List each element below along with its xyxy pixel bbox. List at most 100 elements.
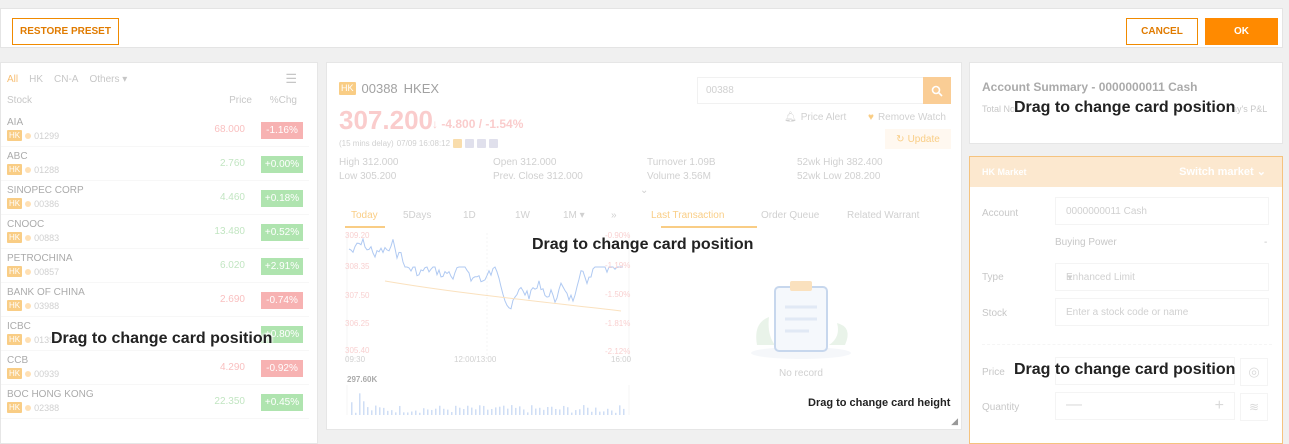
stock-search[interactable]: 00388 [697,77,951,104]
volume-bar [455,405,457,415]
tab-order-queue[interactable]: Order Queue [761,210,847,221]
drag-position-hint[interactable]: Drag to change card position [1014,361,1235,379]
pl-label: ay's P&L [1232,104,1268,114]
update-button[interactable]: ↻ Update [885,129,951,149]
drag-position-hint[interactable]: Drag to change card position [532,236,753,254]
x-axis-label: 16:00 [611,355,632,364]
stock-price: 68.000 [214,124,245,135]
info-icon [477,139,487,148]
list-item[interactable]: SINOPEC CORP HK 00386 4.460 +0.18% [1,181,309,215]
volume-bar [419,412,421,415]
clipboard-icon [751,281,851,359]
volume-bar [607,408,609,415]
cancel-button[interactable]: CANCEL [1126,18,1198,45]
tab-today[interactable]: Today [351,210,403,221]
status-dot-icon [25,370,32,377]
volume-bar [495,407,497,415]
list-item[interactable]: BANK OF CHINA HK 03988 2.690 -0.74% [1,283,309,317]
menu-icon[interactable]: ☰ [285,71,297,87]
ok-button[interactable]: OK [1205,18,1278,45]
stock-name: BANK OF CHINA [7,287,85,298]
volume-bar [375,405,377,415]
col-price: Price [229,95,252,106]
tab-1m[interactable]: 1M ▾ [563,210,611,221]
volume-bar [379,407,381,415]
list-item[interactable]: CCB HK 00939 4.290 -0.92% [1,351,309,385]
delay-info: (15 mins delay) 07/09 16:08:12 [339,139,499,148]
volume-bar [423,408,425,415]
search-input[interactable]: 00388 [706,85,734,96]
order-type-select[interactable]: Enhanced Limit ▼ [1055,263,1269,291]
chart-tabs: Today 5Days 1D 1W 1M ▾ » Last Transactio… [351,210,919,221]
stock-input[interactable]: Enter a stock code or name [1055,298,1269,326]
volume-bar [595,407,597,415]
info-icon [489,139,499,148]
drag-position-hint[interactable]: Drag to change card position [51,330,272,348]
volume-bar [515,407,517,415]
tab-5days[interactable]: 5Days [403,210,463,221]
account-select[interactable]: 0000000011 Cash [1055,197,1269,225]
y-axis-label: 309.20 [345,231,370,240]
drag-position-hint[interactable]: Drag to change card position [1014,99,1235,117]
quote-card[interactable]: HK 00388 HKEX 00388 307.200 ↓ -4.800 / -… [326,62,962,430]
market-badge: HK [7,368,23,379]
account-summary-card[interactable]: Account Summary - 0000000011 Cash Total … [969,62,1283,144]
stock-price: 6.020 [219,260,245,271]
tab-cn-a[interactable]: CN-A [54,74,78,85]
y-axis-label: 308.35 [345,262,370,271]
stack-icon[interactable]: ≋ [1240,393,1268,421]
tab-all[interactable]: All [7,74,18,85]
volume-bar [539,407,541,415]
volume-label: 297.60K [347,375,378,384]
market-badge: HK [7,130,23,141]
list-item[interactable]: AIA HK 01299 68.000 -1.16% [1,113,309,147]
list-item[interactable]: PETROCHINA HK 00857 6.020 +2.91% [1,249,309,283]
volume-bar [599,411,601,415]
volume-bar [603,411,605,415]
order-card[interactable]: HK Market Switch market ⌄ Account 000000… [969,156,1283,444]
market-label: HK Market [982,167,1027,177]
market-badge: HK [7,334,23,345]
target-icon[interactable]: ◎ [1240,358,1268,386]
stock-code: HK 01299 [7,130,60,141]
volume-bar [467,405,469,415]
tab-related-warrant[interactable]: Related Warrant [847,210,919,221]
buying-power-label: Buying Power [1055,237,1117,248]
volume-bar [559,409,561,415]
tab-hk[interactable]: HK [29,74,43,85]
tab-others[interactable]: Others ▾ [89,74,127,85]
refresh-icon: ↻ [896,133,905,145]
restore-preset-button[interactable]: RESTORE PRESET [12,18,119,45]
change-badge: +0.52% [261,224,303,241]
search-icon[interactable] [923,77,951,104]
list-item[interactable]: CNOOC HK 00883 13.480 +0.52% [1,215,309,249]
switch-market-button[interactable]: Switch market ⌄ [1179,165,1266,178]
price-alert-button[interactable]: 🔔︎ Price Alert [784,112,846,123]
more-tabs-icon[interactable]: » [611,210,651,221]
quantity-stepper[interactable]: — + [1055,392,1235,420]
volume-bar [507,408,509,415]
watchlist-card[interactable]: All HK CN-A Others ▾ ☰ Stock Price %Chg … [0,62,318,444]
drag-height-hint[interactable]: Drag to change card height [808,397,950,409]
market-badge: HK [7,198,23,209]
market-badge: HK [7,232,23,243]
resize-handle-icon[interactable]: ◢ [951,416,958,427]
minus-icon[interactable]: — [1066,396,1082,414]
list-item[interactable]: ABC HK 01288 2.760 +0.00% [1,147,309,181]
change-badge: -1.16% [261,122,303,139]
tab-last-transaction[interactable]: Last Transaction [651,210,761,221]
col-stock: Stock [7,95,33,106]
market-badge: HK [7,164,23,175]
buying-power-value: - [1264,237,1268,248]
remove-watch-button[interactable]: ♥ Remove Watch [868,112,946,123]
stock-code: HK 00939 [7,368,60,379]
bell-icon: 🔔︎ [784,112,797,123]
tab-1w[interactable]: 1W [515,210,563,221]
volume-bar [551,406,553,415]
plus-icon[interactable]: + [1215,397,1224,415]
stat-prev-close: Prev. Close 312.000 [493,171,583,182]
volume-bar [391,410,393,415]
list-item[interactable]: BOC HONG KONG HK 02388 22.350 +0.45% [1,385,309,419]
expand-chevron-icon[interactable]: ⌄ [640,185,648,196]
tab-1d[interactable]: 1D [463,210,515,221]
